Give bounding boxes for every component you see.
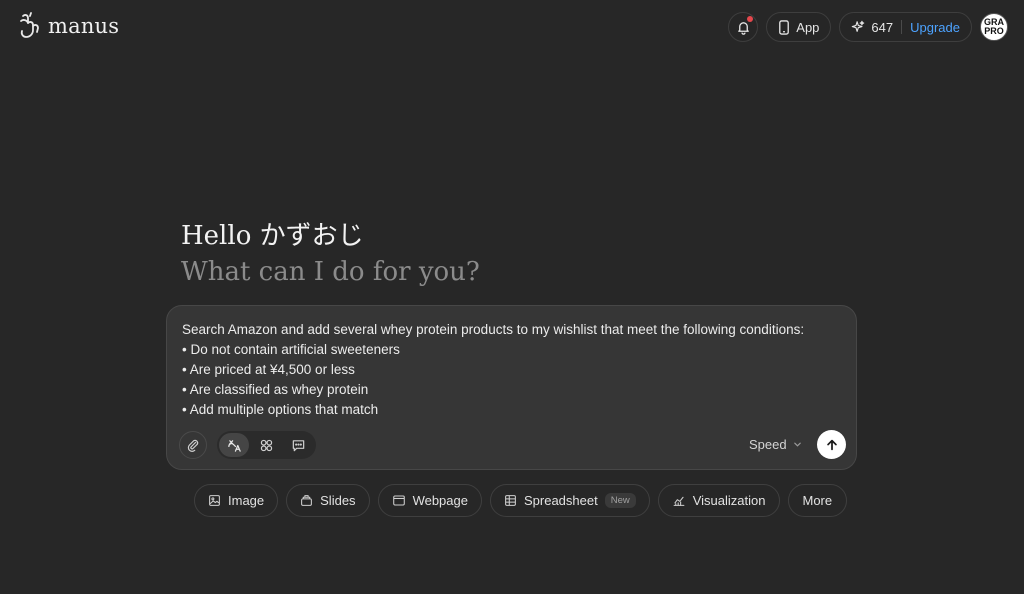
- attach-button[interactable]: [179, 431, 207, 459]
- avatar[interactable]: GRA PRO: [980, 13, 1008, 41]
- prompt-line: • Are priced at ¥4,500 or less: [182, 362, 355, 377]
- chip-label: Slides: [320, 493, 356, 508]
- chip-more[interactable]: More: [787, 484, 848, 517]
- brand-name: manus: [48, 14, 120, 38]
- upgrade-link[interactable]: Upgrade: [910, 20, 960, 35]
- header-actions: App 647 Upgrade GRA PRO: [728, 12, 1008, 42]
- manus-home: manus App 647 Upgrade GRA PRO Hello かずおじ…: [0, 0, 1024, 594]
- prompt-input[interactable]: Search Amazon and add several whey prote…: [182, 320, 804, 420]
- speed-label: Speed: [749, 437, 787, 452]
- image-icon: [209, 495, 220, 506]
- chat-mode-button[interactable]: [284, 433, 314, 457]
- arrow-up-icon: [826, 439, 837, 450]
- chip-label: Image: [228, 493, 265, 508]
- browser-window-icon: [392, 495, 405, 506]
- app-button[interactable]: App: [766, 12, 832, 42]
- chip-webpage[interactable]: Webpage: [377, 484, 482, 517]
- chip-visualization[interactable]: Visualization: [657, 484, 780, 517]
- speed-dropdown[interactable]: Speed: [749, 437, 802, 452]
- credits-count: 647: [871, 19, 894, 35]
- prompt-line: Search Amazon and add several whey prote…: [182, 322, 805, 337]
- agent-mode-button[interactable]: [219, 433, 250, 457]
- divider: [901, 20, 903, 34]
- prompt-line: • Are classified as whey protein: [182, 382, 369, 397]
- app-label: App: [796, 19, 820, 35]
- chip-label: Webpage: [412, 493, 468, 508]
- prompt-composer[interactable]: Search Amazon and add several whey prote…: [166, 305, 857, 470]
- manus-hand-icon: [20, 12, 39, 38]
- prompt-line: • Do not contain artificial sweeteners: [182, 342, 400, 357]
- chip-spreadsheet[interactable]: Spreadsheet New: [489, 484, 650, 517]
- paperclip-icon: [187, 439, 199, 452]
- quick-actions: Image Slides Webpage Spreadsheet New Vis…: [194, 484, 848, 517]
- table-icon: [505, 495, 516, 506]
- greeting-question: What can I do for you?: [181, 257, 480, 287]
- chip-slides[interactable]: Slides: [286, 484, 370, 517]
- chart-icon: [673, 496, 685, 506]
- greeting-hello: Hello かずおじ: [181, 221, 364, 251]
- avatar-text-line2: PRO: [984, 26, 1004, 36]
- chat-mode-icon: [293, 439, 305, 451]
- chip-image[interactable]: Image: [194, 484, 279, 517]
- chevron-down-icon: [793, 442, 801, 447]
- phone-icon: [779, 19, 790, 35]
- agent-mode-icon: [227, 439, 241, 452]
- cluster-mode-button[interactable]: [251, 433, 281, 457]
- mode-selector: [217, 431, 316, 459]
- chip-label: Visualization: [692, 493, 766, 508]
- notification-dot: [747, 16, 754, 22]
- send-button[interactable]: [817, 430, 846, 459]
- cluster-mode-icon: [260, 439, 273, 451]
- sparkle-icon: [852, 20, 865, 32]
- notifications-button[interactable]: [728, 12, 759, 42]
- chip-label: Spreadsheet: [523, 493, 598, 508]
- credits-pill: 647 Upgrade: [839, 12, 972, 42]
- logo[interactable]: manus: [18, 12, 119, 40]
- slides-icon: [301, 495, 313, 506]
- prompt-line: • Add multiple options that match: [182, 402, 379, 417]
- greeting: Hello かずおじ What can I do for you?: [181, 218, 480, 290]
- chip-label: More: [802, 493, 833, 508]
- new-badge: New: [604, 493, 636, 508]
